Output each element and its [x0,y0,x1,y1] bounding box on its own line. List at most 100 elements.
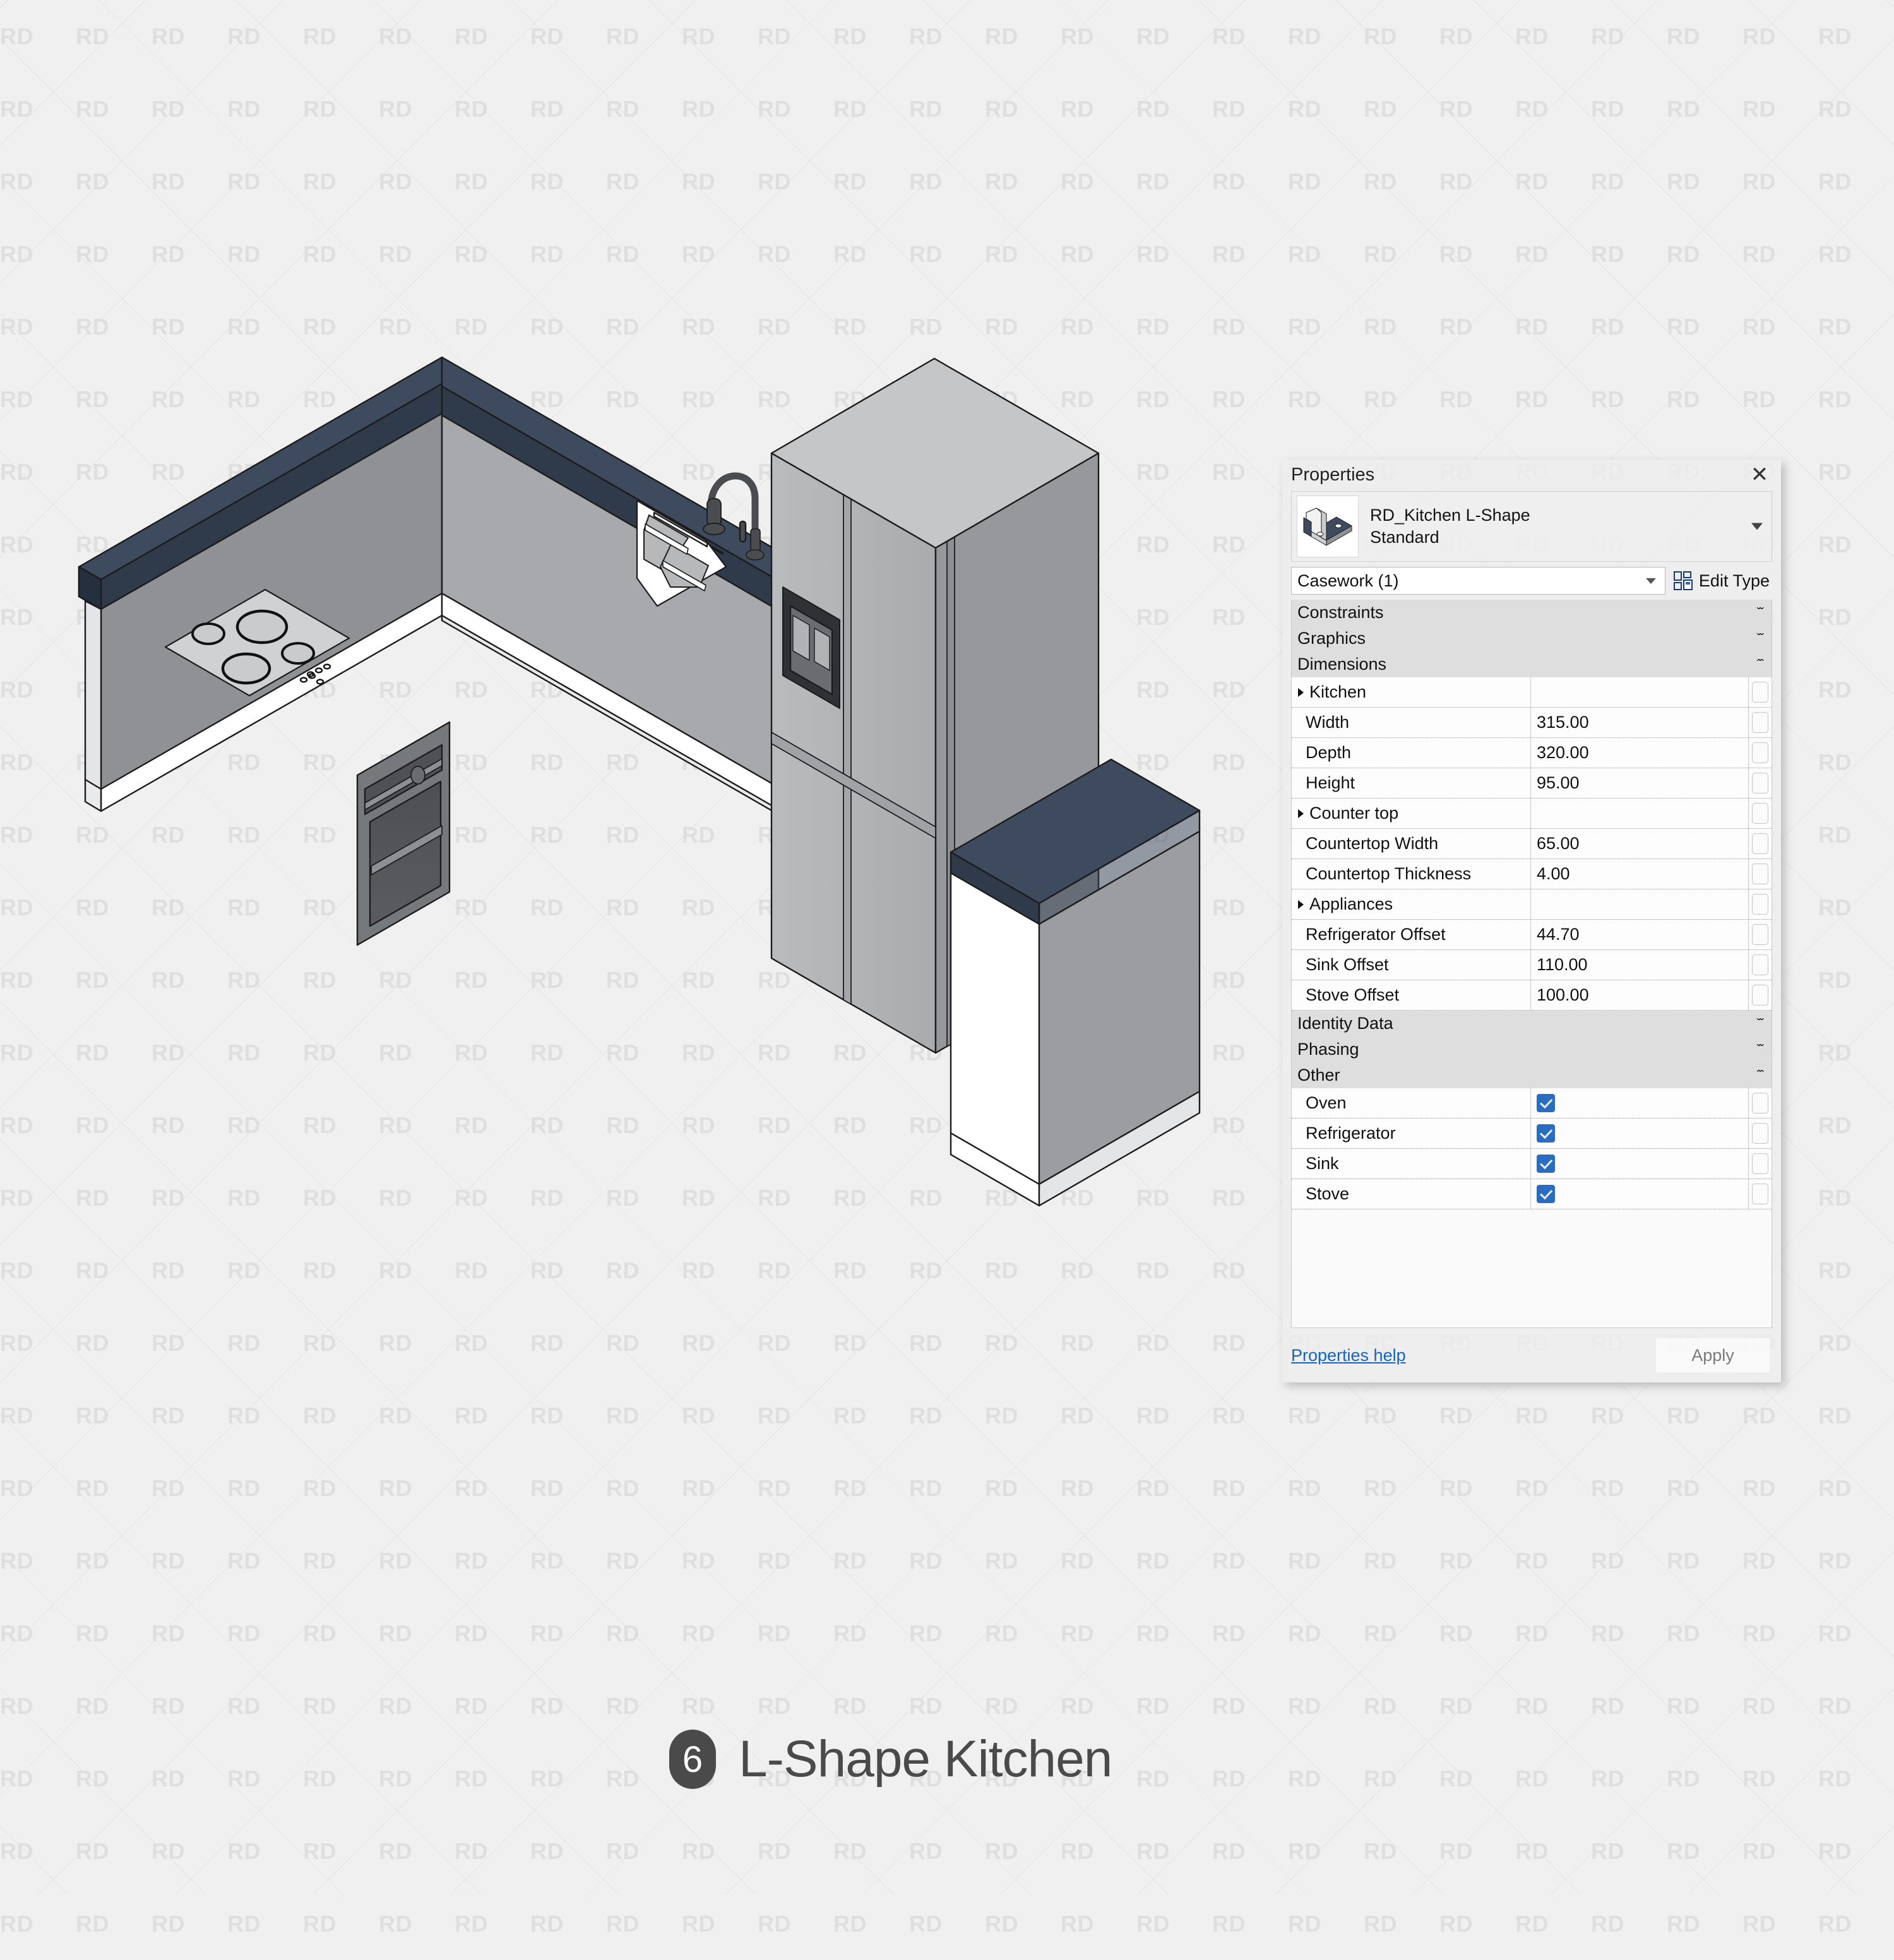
property-associate-button[interactable] [1749,950,1772,980]
property-group-constraints[interactable]: Constraints ˇˇ [1292,600,1772,626]
watermark-tile: RD [1818,1548,1852,1574]
property-associate-button[interactable] [1749,920,1772,949]
property-group-phasing[interactable]: Phasing ˇˇ [1292,1036,1772,1062]
watermark-tile: RD [682,1838,715,1864]
property-row[interactable]: Refrigerator Offset 44.70 [1292,920,1772,950]
property-row[interactable]: Width 315.00 [1292,708,1772,738]
watermark-tile: RD [76,1693,109,1719]
property-group-graphics[interactable]: Graphics ˇˇ [1292,626,1772,651]
chevron-down-icon[interactable]: ˇˇ [1757,607,1772,619]
property-value[interactable] [1531,677,1749,707]
property-row[interactable]: Refrigerator [1292,1119,1772,1149]
expand-arrow-icon[interactable] [1298,809,1304,818]
property-associate-button[interactable] [1749,859,1772,889]
property-value[interactable] [1531,1088,1749,1118]
property-row[interactable]: Oven [1292,1088,1772,1119]
associate-parameter-icon [1752,773,1768,793]
category-select[interactable]: Casework (1) [1291,567,1665,595]
chevron-up-icon[interactable]: ˆˆ [1757,658,1772,671]
close-icon[interactable]: ✕ [1747,462,1772,487]
type-selector[interactable]: RD_Kitchen L-Shape Standard [1291,491,1772,562]
watermark-tile: RD [530,1766,564,1791]
checkbox-checked-icon[interactable] [1537,1185,1555,1203]
property-row[interactable]: Height 95.00 [1292,768,1772,799]
watermark-tile: RD [833,1620,867,1646]
property-associate-button[interactable] [1749,768,1772,798]
property-group-identity-data[interactable]: Identity Data ˇˇ [1292,1011,1772,1036]
property-associate-button[interactable] [1749,889,1772,919]
checkbox-checked-icon[interactable] [1537,1124,1555,1143]
property-value[interactable]: 315.00 [1531,708,1749,737]
watermark-tile: RD [1667,1838,1700,1864]
watermark-tile: RD [1439,96,1473,122]
property-associate-button[interactable] [1749,738,1772,768]
chevron-down-icon[interactable]: ˇˇ [1757,1043,1772,1056]
property-row[interactable]: Stove [1292,1179,1772,1209]
chevron-down-icon[interactable]: ˇˇ [1757,633,1772,645]
watermark-tile: RD [1439,1620,1473,1646]
properties-palette[interactable]: Properties ✕ RD_Kitchen L-Shape Standard [1282,460,1781,1382]
watermark-tile: RD [1439,1548,1473,1574]
associate-parameter-icon [1752,1184,1768,1204]
property-value[interactable] [1531,1149,1749,1179]
property-value[interactable] [1531,1119,1749,1148]
chevron-down-icon[interactable] [1645,578,1656,584]
chevron-down-icon[interactable] [1751,523,1763,530]
property-associate-button[interactable] [1749,829,1772,858]
group-label: Phasing [1297,1040,1359,1059]
property-group-other[interactable]: Other ˆˆ [1292,1062,1772,1088]
property-row[interactable]: Depth 320.00 [1292,738,1772,768]
watermark-tile: RD [1818,1330,1852,1356]
property-value[interactable]: 95.00 [1531,768,1749,798]
edit-type-button[interactable]: Edit Type [1673,571,1772,591]
expand-arrow-icon[interactable] [1298,900,1304,909]
property-row[interactable]: Sink Offset 110.00 [1292,950,1772,980]
watermark-tile: RD [682,1620,715,1646]
expand-arrow-icon[interactable] [1298,687,1304,697]
watermark-tile: RD [1591,314,1624,340]
watermark-tile: RD [379,1548,412,1574]
property-row[interactable]: Stove Offset 100.00 [1292,980,1772,1011]
property-row[interactable]: Sink [1292,1149,1772,1179]
checkbox-checked-icon[interactable] [1537,1094,1555,1112]
property-group-dimensions[interactable]: Dimensions ˆˆ [1292,651,1772,677]
property-value[interactable]: 110.00 [1531,950,1749,980]
watermark-tile: RD [1818,241,1852,267]
property-value[interactable]: 65.00 [1531,829,1749,858]
property-associate-button[interactable] [1749,799,1772,828]
property-row[interactable]: Countertop Width 65.00 [1292,829,1772,859]
watermark-tile: RD [530,1403,564,1428]
checkbox-checked-icon[interactable] [1537,1155,1555,1173]
watermark-tile: RD [1818,1911,1852,1937]
apply-button[interactable]: Apply [1656,1338,1770,1372]
property-value[interactable]: 320.00 [1531,738,1749,768]
property-associate-button[interactable] [1749,1149,1772,1179]
property-value[interactable] [1531,1179,1749,1209]
property-associate-button[interactable] [1749,1119,1772,1148]
property-row[interactable]: Countertop Thickness 4.00 [1292,859,1772,889]
property-value[interactable] [1531,799,1749,828]
property-row[interactable]: Counter top [1292,799,1772,829]
property-associate-button[interactable] [1749,677,1772,707]
watermark-tile: RD [530,1548,564,1574]
property-label: Refrigerator Offset [1292,920,1531,949]
property-associate-button[interactable] [1749,1179,1772,1209]
properties-footer: Properties help Apply [1282,1328,1781,1382]
property-associate-button[interactable] [1749,708,1772,737]
chevron-up-icon[interactable]: ˆˆ [1757,1069,1772,1082]
properties-table[interactable]: Constraints ˇˇ Graphics ˇˇ Dimensions ˆˆ Kitc… [1291,600,1772,1328]
property-value[interactable]: 4.00 [1531,859,1749,889]
property-associate-button[interactable] [1749,980,1772,1010]
property-value[interactable]: 44.70 [1531,920,1749,949]
property-row[interactable]: Appliances [1292,889,1772,920]
watermark-tile: RD [76,1548,109,1574]
property-associate-button[interactable] [1749,1088,1772,1118]
watermark-tile: RD [152,1548,185,1574]
chevron-down-icon[interactable]: ˇˇ [1757,1018,1772,1030]
watermark-tile: RD [303,1911,337,1937]
property-row[interactable]: Kitchen [1292,677,1772,708]
property-value[interactable]: 100.00 [1531,980,1749,1010]
property-value[interactable] [1531,889,1749,919]
watermark-tile: RD [1288,1838,1321,1864]
properties-help-link[interactable]: Properties help [1291,1346,1406,1365]
